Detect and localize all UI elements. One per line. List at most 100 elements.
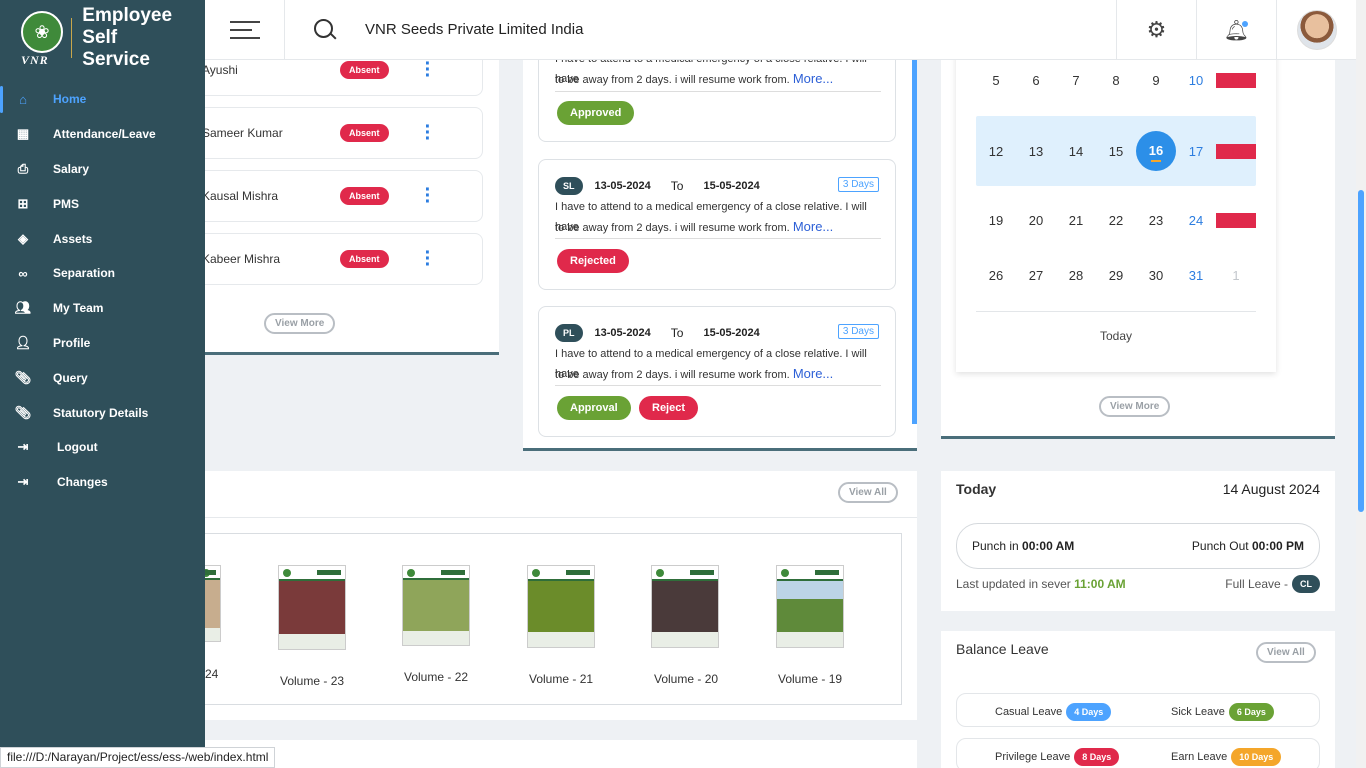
calendar-day[interactable]: 26 (976, 268, 1016, 283)
magazine-cover[interactable] (402, 565, 470, 646)
calendar-day[interactable]: 29 (1096, 268, 1136, 283)
layers-icon: ◈ (18, 230, 28, 246)
team-member-row: Sameer Kumar Absent · · · (202, 107, 483, 159)
team-member-name: Kausal Mishra (202, 189, 279, 203)
gear-icon: ⚙ (1146, 17, 1167, 42)
calendar-day[interactable]: 9 (1136, 73, 1176, 88)
leave-reason-text: to be away from 2 days. i will resume wo… (555, 366, 834, 381)
calendar-day[interactable]: 8 (1096, 73, 1136, 88)
sidebar-item-statutory-details[interactable]: 📎︎ Statutory Details (0, 395, 205, 430)
magazine-card: View All 24 Volume - 23 Volume - 22 Volu… (197, 471, 917, 720)
today-marker[interactable]: 16 (1136, 131, 1176, 171)
vnr-logo[interactable]: ❀ VNR (18, 7, 63, 69)
calendar-day[interactable]: 18 (1216, 143, 1256, 159)
calendar-day[interactable]: 1 (1216, 268, 1256, 283)
calendar-day[interactable]: 10 (1176, 73, 1216, 88)
leave-request-item: SL 13-05-2024 To 15-05-2024 3 Days I hav… (538, 159, 896, 290)
sidebar-item-logout[interactable]: ⇥ Logout (0, 430, 205, 465)
app-title: Employee Self Service (82, 5, 173, 70)
sidebar-item-changes[interactable]: ⇥ Changes (0, 465, 205, 500)
absent-badge: Absent (340, 61, 389, 79)
calendar-day[interactable]: 28 (1056, 268, 1096, 283)
sidebar: ❀ VNR Employee Self Service ⌂ Home ▦ Atten… (0, 0, 205, 768)
calendar-day[interactable]: 12 (976, 144, 1016, 159)
sidebar-item-assets[interactable]: ◈ Assets (0, 221, 205, 256)
calendar-day[interactable]: 23 (1136, 213, 1176, 228)
team-member-row: Kabeer Mishra Absent · · · (202, 233, 483, 285)
calendar-day[interactable]: 30 (1136, 268, 1176, 283)
team-view-more-button[interactable]: View More (264, 313, 336, 334)
page-scrollbar[interactable] (1356, 0, 1366, 768)
calendar-day[interactable]: 22 (1096, 213, 1136, 228)
magazine-view-all-button[interactable]: View All (838, 482, 898, 503)
calendar-view-more-button[interactable]: View More (1099, 396, 1171, 417)
calendar-day[interactable]: 6 (1016, 73, 1056, 88)
printer-icon: ⎙ (17, 160, 29, 176)
leave-list-scrollbar[interactable] (912, 0, 917, 424)
approve-button[interactable]: Approval (557, 396, 631, 420)
sidebar-item-attendance-leave[interactable]: ▦ Attendance/Leave (0, 117, 205, 152)
team-member-name: Ayushi (202, 63, 238, 77)
calendar-day[interactable]: 31 (1176, 268, 1216, 283)
magazine-cover[interactable] (651, 565, 719, 648)
sidebar-item-pms[interactable]: ⊞ PMS (0, 186, 205, 221)
calendar-week-row: 26 27 28 29 30 31 1 (976, 268, 1256, 283)
sidebar-item-home[interactable]: ⌂ Home (0, 82, 205, 117)
magazine-label: Volume - 19 (778, 672, 843, 686)
paperclip-icon: 📎︎ (14, 369, 32, 385)
balance-view-all-button[interactable]: View All (1256, 642, 1316, 663)
notifications-button[interactable]: 🔔︎ (1196, 0, 1276, 60)
balance-item: Casual Leave 4 Days (995, 703, 1112, 721)
kebab-menu-icon[interactable]: · · · (423, 243, 433, 275)
settings-button[interactable]: ⚙ (1116, 0, 1196, 60)
calendar-day[interactable]: 21 (1056, 213, 1096, 228)
leave-request-item: PL 13-05-2024 To 15-05-2024 3 Days I hav… (538, 306, 896, 437)
calendar-today-button[interactable]: Today (956, 329, 1276, 343)
avatar[interactable] (1296, 10, 1337, 50)
calendar-day[interactable]: 20 (1016, 213, 1056, 228)
absent-badge: Absent (340, 250, 389, 268)
top-bar: VNR Seeds Private Limited India ⚙ 🔔︎ (205, 0, 1356, 60)
calendar-day[interactable]: 14 (1056, 144, 1096, 159)
calendar-day[interactable]: 15 (1096, 144, 1136, 159)
calendar-day[interactable]: 17 (1176, 144, 1216, 159)
calendar-day[interactable]: 27 (1016, 268, 1056, 283)
calendar-week-row-current: 12 13 14 15 16 17 18 (976, 116, 1256, 186)
magazine-cover[interactable] (527, 565, 595, 648)
reject-button[interactable]: Reject (639, 396, 699, 420)
calendar-day[interactable]: 25 (1216, 213, 1256, 228)
leave-to-label: To (670, 326, 684, 340)
menu-toggle-icon[interactable] (205, 0, 285, 60)
page-scrollbar-thumb[interactable] (1358, 190, 1364, 512)
profile-button[interactable] (1276, 0, 1356, 60)
calendar-day[interactable]: 11 (1216, 73, 1256, 88)
sidebar-item-separation[interactable]: ∞ Separation (0, 256, 205, 291)
calendar-day[interactable]: 7 (1056, 73, 1096, 88)
leave-reason-text: to be away from 2 days. i will resume wo… (555, 71, 834, 86)
brand: ❀ VNR Employee Self Service (0, 0, 205, 76)
kebab-menu-icon[interactable]: · · · (423, 180, 433, 212)
sidebar-item-salary[interactable]: ⎙ Salary (0, 152, 205, 187)
calendar-week-row: 5 6 7 8 9 10 11 (976, 73, 1256, 88)
calendar-day[interactable]: 19 (976, 213, 1016, 228)
leave-to-date: 15-05-2024 (703, 327, 760, 339)
kebab-menu-icon[interactable]: · · · (423, 117, 433, 149)
magazine-cover[interactable] (278, 565, 346, 650)
magazine-cover[interactable] (776, 565, 844, 648)
sidebar-item-query[interactable]: 📎︎ Query (0, 360, 205, 395)
team-member-row: Kausal Mishra Absent · · · (202, 170, 483, 222)
sidebar-item-my-team[interactable]: 👥︎ My Team (0, 291, 205, 326)
balance-days-badge: 8 Days (1074, 748, 1120, 766)
more-link[interactable]: More... (793, 71, 833, 86)
search-icon[interactable] (313, 18, 337, 42)
calendar-day-today[interactable]: 16 (1136, 131, 1176, 171)
calendar-day[interactable]: 5 (976, 73, 1016, 88)
calendar-day[interactable]: 13 (1016, 144, 1056, 159)
more-link[interactable]: More... (793, 366, 833, 381)
kebab-menu-icon[interactable]: · · · (423, 54, 433, 86)
full-leave-status: Full Leave - CL (1225, 575, 1320, 593)
sidebar-item-profile[interactable]: 👤︎ Profile (0, 326, 205, 361)
calendar-day[interactable]: 24 (1176, 213, 1216, 228)
more-link[interactable]: More... (793, 219, 833, 234)
balance-days-badge: 6 Days (1228, 703, 1274, 721)
